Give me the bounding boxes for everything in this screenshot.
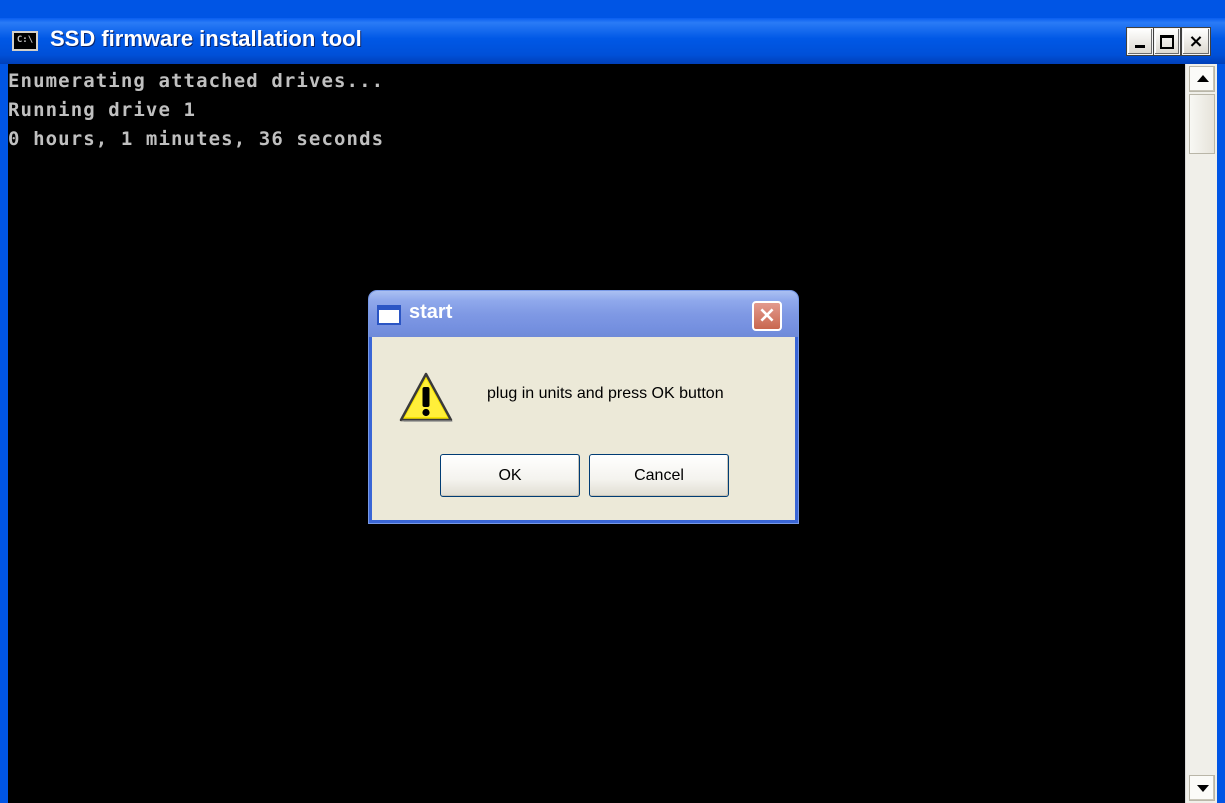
- dialog-close-button[interactable]: ×: [752, 301, 782, 331]
- start-dialog: start × plug in units and press OK butto…: [369, 291, 798, 523]
- console-line: Enumerating attached drives...: [8, 70, 385, 92]
- dialog-titlebar[interactable]: start ×: [369, 291, 798, 337]
- window-frame: [1217, 64, 1225, 803]
- scroll-thumb[interactable]: [1189, 94, 1215, 154]
- dialog-title: start: [409, 301, 453, 323]
- window-icon: [377, 305, 401, 325]
- window-title: SSD firmware installation tool: [50, 26, 362, 51]
- vertical-scrollbar[interactable]: [1185, 64, 1217, 803]
- minimize-button[interactable]: [1127, 28, 1153, 55]
- maximize-icon: [1160, 35, 1174, 49]
- warning-icon: [399, 372, 453, 422]
- console-icon[interactable]: C:\: [12, 31, 38, 51]
- close-button[interactable]: ×: [1182, 28, 1210, 55]
- maximize-button[interactable]: [1154, 28, 1180, 55]
- minimize-icon: [1135, 45, 1145, 48]
- ok-button[interactable]: OK: [440, 454, 580, 497]
- scroll-down-button[interactable]: [1189, 775, 1215, 801]
- console-line: Running drive 1: [8, 99, 197, 121]
- cancel-button[interactable]: Cancel: [589, 454, 729, 497]
- dialog-message: plug in units and press OK button: [487, 385, 724, 402]
- scroll-up-button[interactable]: [1189, 66, 1215, 92]
- arrow-down-icon: [1197, 785, 1209, 792]
- window-titlebar[interactable]: C:\ SSD firmware installation tool ×: [0, 18, 1225, 64]
- arrow-up-icon: [1197, 75, 1209, 82]
- console-line: 0 hours, 1 minutes, 36 seconds: [8, 128, 385, 150]
